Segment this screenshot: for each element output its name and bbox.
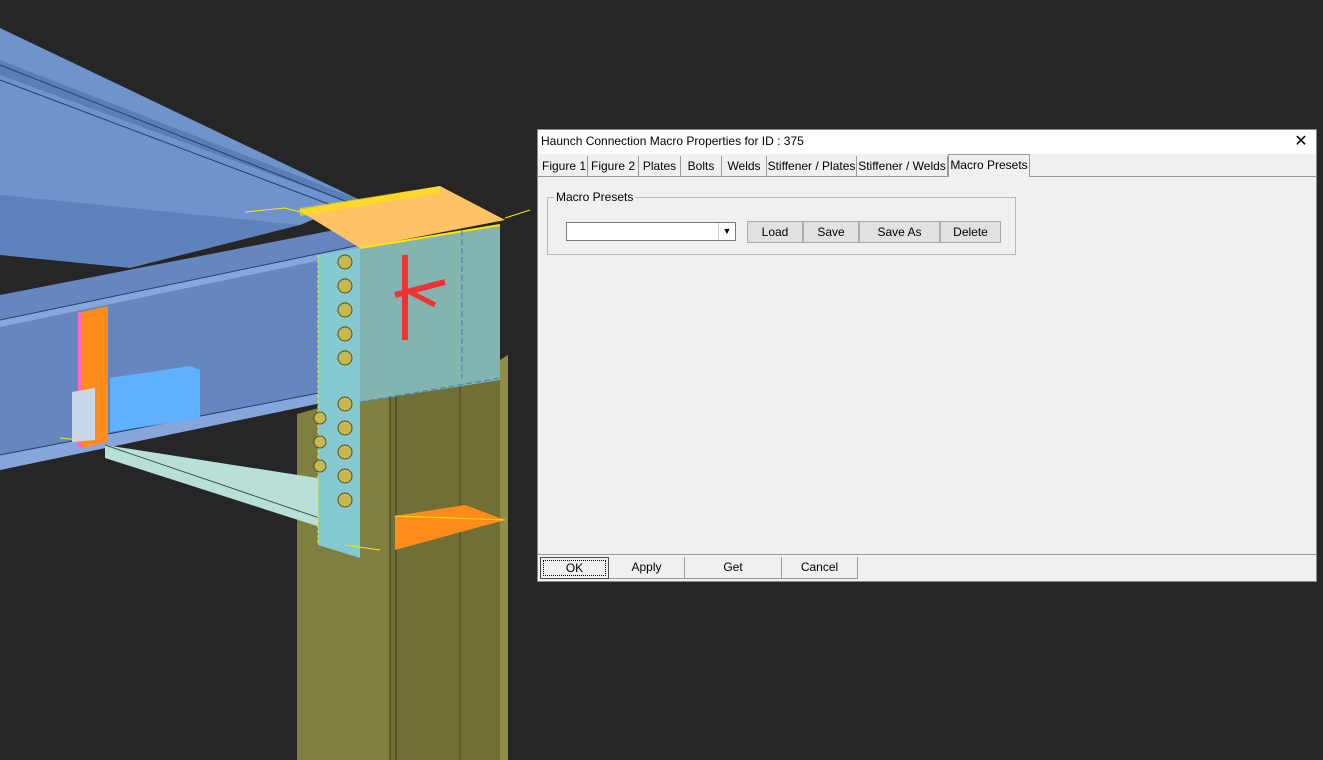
tab-stiffener-welds[interactable]: Stiffener / Welds	[857, 156, 948, 176]
load-button[interactable]: Load	[747, 221, 803, 243]
tab-strip: Figure 1 Figure 2 Plates Bolts Welds Sti…	[538, 154, 1316, 177]
tab-figure-2[interactable]: Figure 2	[588, 156, 639, 176]
tab-figure-1[interactable]: Figure 1	[541, 156, 588, 176]
macro-presets-group: Macro Presets ▼ Load Save Save As Delete	[547, 190, 1016, 255]
tab-macro-presets[interactable]: Macro Presets	[948, 154, 1030, 177]
tab-stiffener-plates[interactable]: Stiffener / Plates	[767, 156, 857, 176]
delete-button[interactable]: Delete	[940, 221, 1001, 243]
macro-presets-group-label: Macro Presets	[554, 190, 636, 204]
dropdown-arrow-icon[interactable]: ▼	[718, 223, 735, 240]
tab-welds[interactable]: Welds	[722, 156, 767, 176]
cancel-button[interactable]: Cancel	[782, 557, 858, 579]
get-button[interactable]: Get	[685, 557, 782, 579]
dialog-footer: OK Apply Get Cancel	[538, 554, 1316, 582]
apply-button[interactable]: Apply	[609, 557, 685, 579]
haunch-connection-dialog: Haunch Connection Macro Properties for I…	[537, 129, 1317, 582]
dialog-title: Haunch Connection Macro Properties for I…	[541, 134, 804, 148]
save-button[interactable]: Save	[803, 221, 859, 243]
tab-bolts[interactable]: Bolts	[681, 156, 722, 176]
macro-presets-pane: Macro Presets ▼ Load Save Save As Delete	[538, 176, 1316, 555]
tab-plates[interactable]: Plates	[639, 156, 681, 176]
save-as-button[interactable]: Save As	[859, 221, 940, 243]
close-icon[interactable]: ✕	[1286, 130, 1316, 154]
dialog-titlebar[interactable]: Haunch Connection Macro Properties for I…	[538, 130, 1316, 154]
ok-button[interactable]: OK	[540, 557, 609, 579]
ok-button-label: OK	[543, 560, 606, 576]
top-beam[interactable]	[0, 28, 360, 268]
preset-dropdown[interactable]: ▼	[566, 222, 736, 241]
